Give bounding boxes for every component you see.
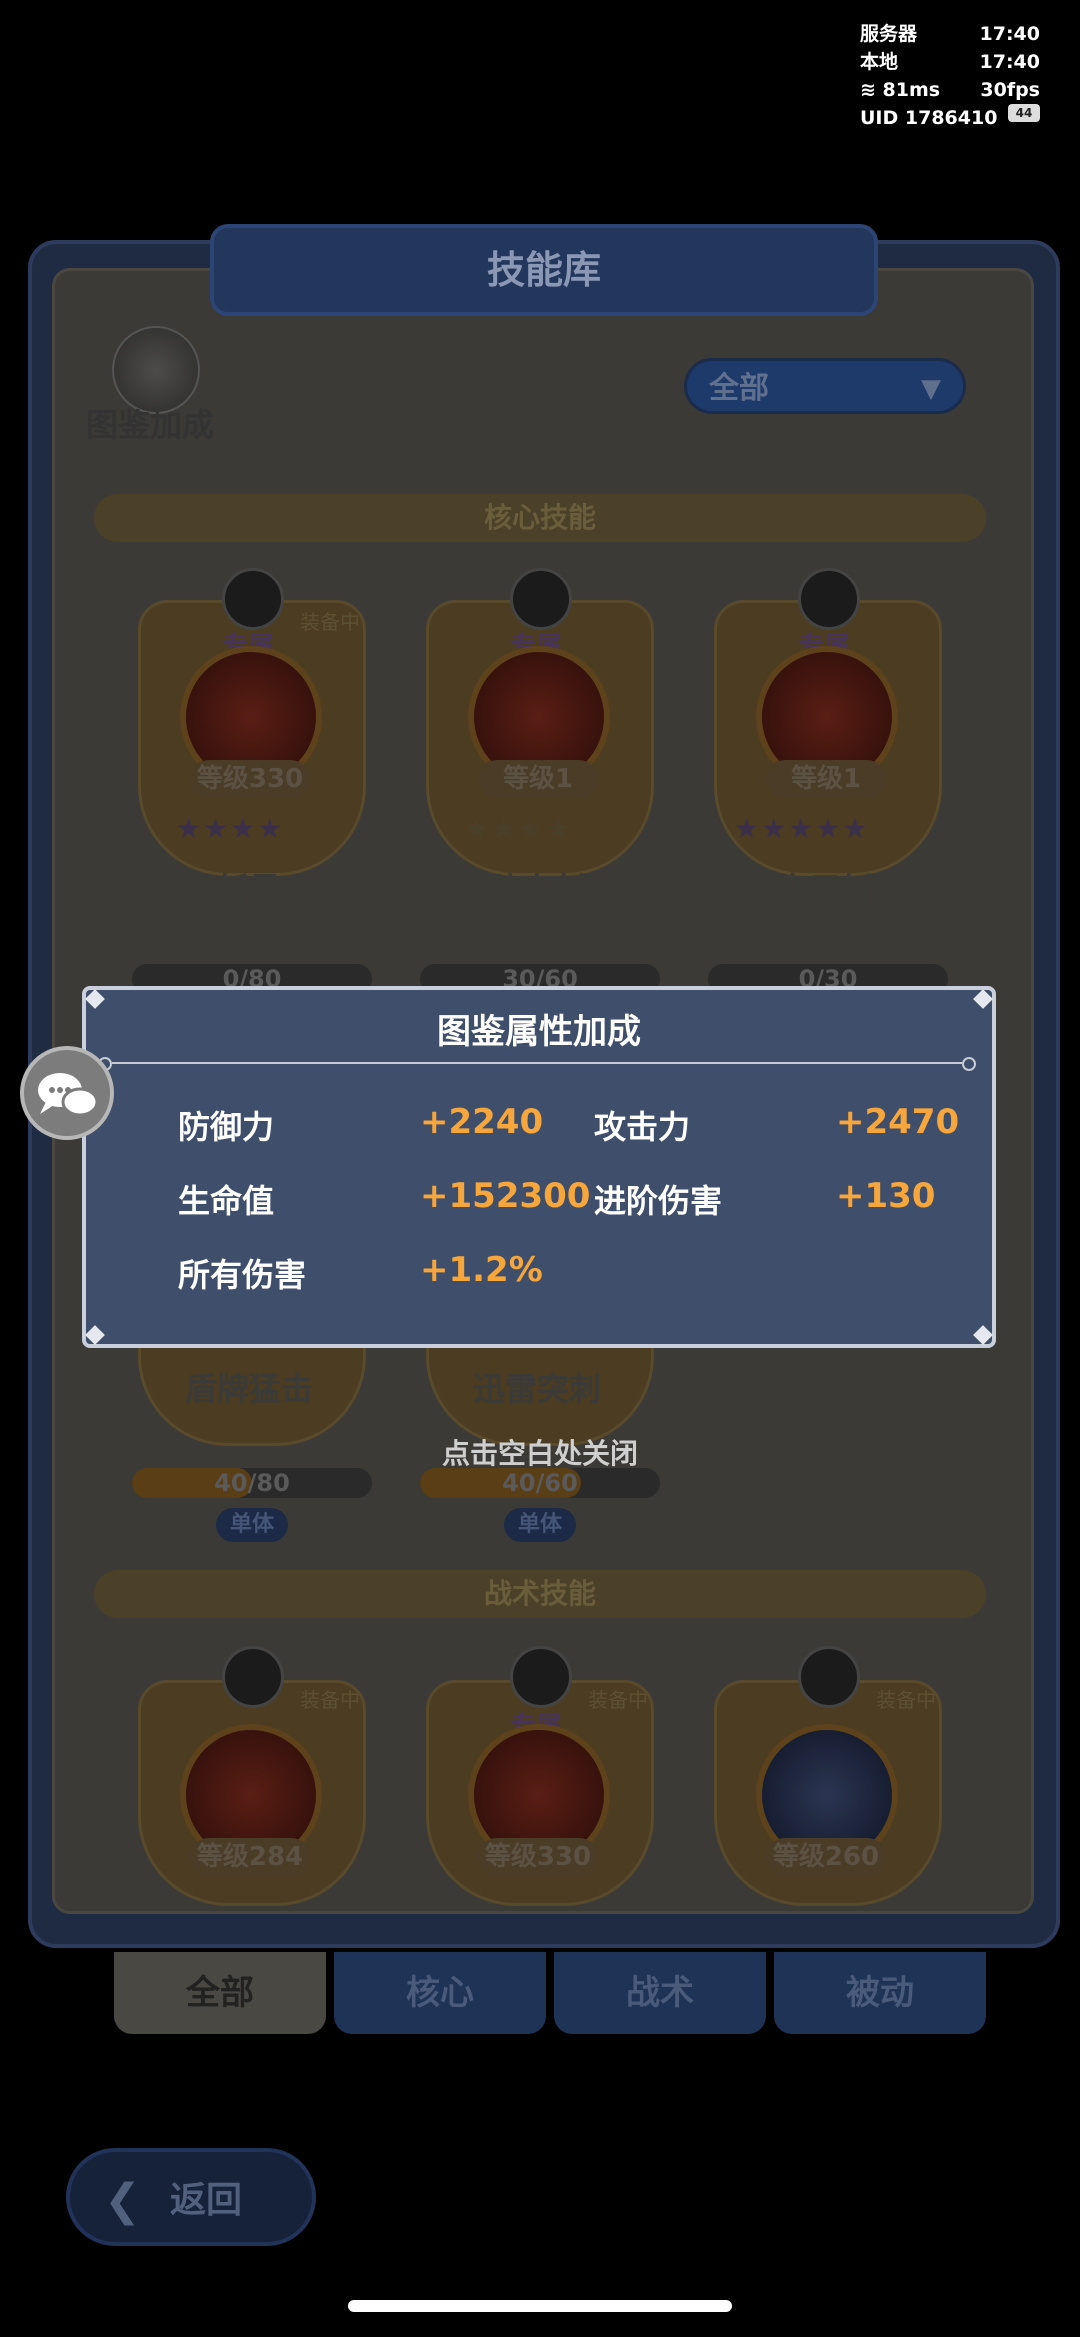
target-tag: 单体 bbox=[216, 1508, 288, 1542]
equipped-tag: 装备中 bbox=[300, 1688, 360, 1712]
uid-readout: UID 1786410 bbox=[860, 107, 998, 129]
skill-name: 碎火剑 bbox=[488, 870, 585, 908]
star-rating: ★★★★ bbox=[464, 812, 573, 845]
server-label: 服务器 bbox=[860, 23, 918, 45]
stat-label-advanced-damage: 进阶伤害 bbox=[594, 1182, 723, 1220]
stat-value-advanced-damage: +130 bbox=[836, 1176, 936, 1216]
sun-icon bbox=[222, 568, 284, 630]
server-time: 17:40 bbox=[979, 23, 1040, 45]
chevron-down-icon: ▼ bbox=[921, 374, 941, 404]
target-tag: 单体 bbox=[504, 1508, 576, 1542]
panel-title: 技能库 bbox=[210, 224, 878, 316]
moon-icon bbox=[222, 1646, 284, 1708]
fps-readout: 30fps bbox=[980, 79, 1040, 101]
tab-tactical[interactable]: 战术 bbox=[554, 1952, 766, 2034]
tab-core[interactable]: 核心 bbox=[334, 1952, 546, 2034]
stat-value-attack: +2470 bbox=[836, 1102, 960, 1142]
sun-icon bbox=[510, 568, 572, 630]
stat-label-hp: 生命值 bbox=[178, 1182, 275, 1220]
skill-name: 迅雷突刺 bbox=[472, 1370, 601, 1408]
corner-ornament bbox=[85, 1325, 105, 1345]
equipped-tag: 装备中 bbox=[876, 1688, 936, 1712]
shard-progress: 40/80 bbox=[132, 1468, 372, 1498]
wifi-icon: ≋ bbox=[860, 79, 883, 101]
skill-level: 等级1 bbox=[478, 760, 598, 798]
local-label: 本地 bbox=[860, 51, 899, 73]
stat-label-all-damage: 所有伤害 bbox=[178, 1256, 307, 1294]
back-button[interactable]: ❮ 返回 bbox=[66, 2148, 316, 2246]
local-time: 17:40 bbox=[979, 51, 1040, 73]
section-core-skills: 核心技能 bbox=[94, 494, 986, 542]
chat-bubbles-icon bbox=[38, 1073, 99, 1117]
star-rating: ★★★★ bbox=[176, 812, 285, 845]
star-rating: ★★★★★ bbox=[734, 812, 870, 845]
moon-icon bbox=[510, 1646, 572, 1708]
skill-level: 等级330 bbox=[478, 1838, 598, 1876]
skill-level: 等级1 bbox=[766, 760, 886, 798]
shard-progress: 40/60 bbox=[420, 1468, 660, 1498]
filter-value: 全部 bbox=[709, 371, 769, 406]
tab-passive[interactable]: 被动 bbox=[774, 1952, 986, 2034]
stat-value-defense: +2240 bbox=[420, 1102, 544, 1142]
stat-value-hp: +152300 bbox=[420, 1176, 591, 1216]
codex-bonus-popup: 图鉴属性加成 防御力 +2240 攻击力 +2470 生命值 +152300 进… bbox=[82, 986, 996, 1348]
skill-name: 盾牌猛击 bbox=[184, 1370, 313, 1408]
battery-icon: 44 bbox=[1008, 104, 1040, 122]
stat-label-attack: 攻击力 bbox=[594, 1108, 691, 1146]
skill-level: 等级260 bbox=[766, 1838, 886, 1876]
filter-dropdown[interactable]: 全部 ▼ bbox=[684, 358, 966, 414]
corner-ornament bbox=[973, 1325, 993, 1345]
equipped-tag: 装备中 bbox=[588, 1688, 648, 1712]
home-indicator[interactable] bbox=[348, 2300, 732, 2312]
skill-level: 等级330 bbox=[190, 760, 310, 798]
skill-level: 等级284 bbox=[190, 1838, 310, 1876]
popup-title: 图鉴属性加成 bbox=[437, 1012, 641, 1052]
codex-bonus-label[interactable]: 图鉴加成 bbox=[86, 400, 214, 446]
chat-button[interactable] bbox=[20, 1046, 114, 1140]
skill-name: 斩星 bbox=[216, 870, 281, 908]
equipped-tag: 装备中 bbox=[300, 610, 360, 634]
stat-label-defense: 防御力 bbox=[178, 1108, 275, 1146]
ping-readout: ≋ 81ms bbox=[860, 79, 941, 101]
back-label: 返回 bbox=[170, 2180, 243, 2221]
status-overlay: 服务器 17:40 本地 17:40 ≋ 81ms 30fps UID 1786410… bbox=[860, 20, 1040, 132]
skill-name: 次元斩 bbox=[776, 870, 873, 908]
section-tactical-skills: 战术技能 bbox=[94, 1570, 986, 1618]
close-hint[interactable]: 点击空白处关闭 bbox=[0, 1432, 1080, 1472]
popup-divider bbox=[98, 1057, 976, 1071]
tab-all[interactable]: 全部 bbox=[114, 1952, 326, 2034]
back-arrow-icon: ❮ bbox=[104, 2175, 141, 2226]
sun-icon bbox=[798, 568, 860, 630]
moon-icon bbox=[798, 1646, 860, 1708]
stat-value-all-damage: +1.2% bbox=[420, 1250, 543, 1290]
